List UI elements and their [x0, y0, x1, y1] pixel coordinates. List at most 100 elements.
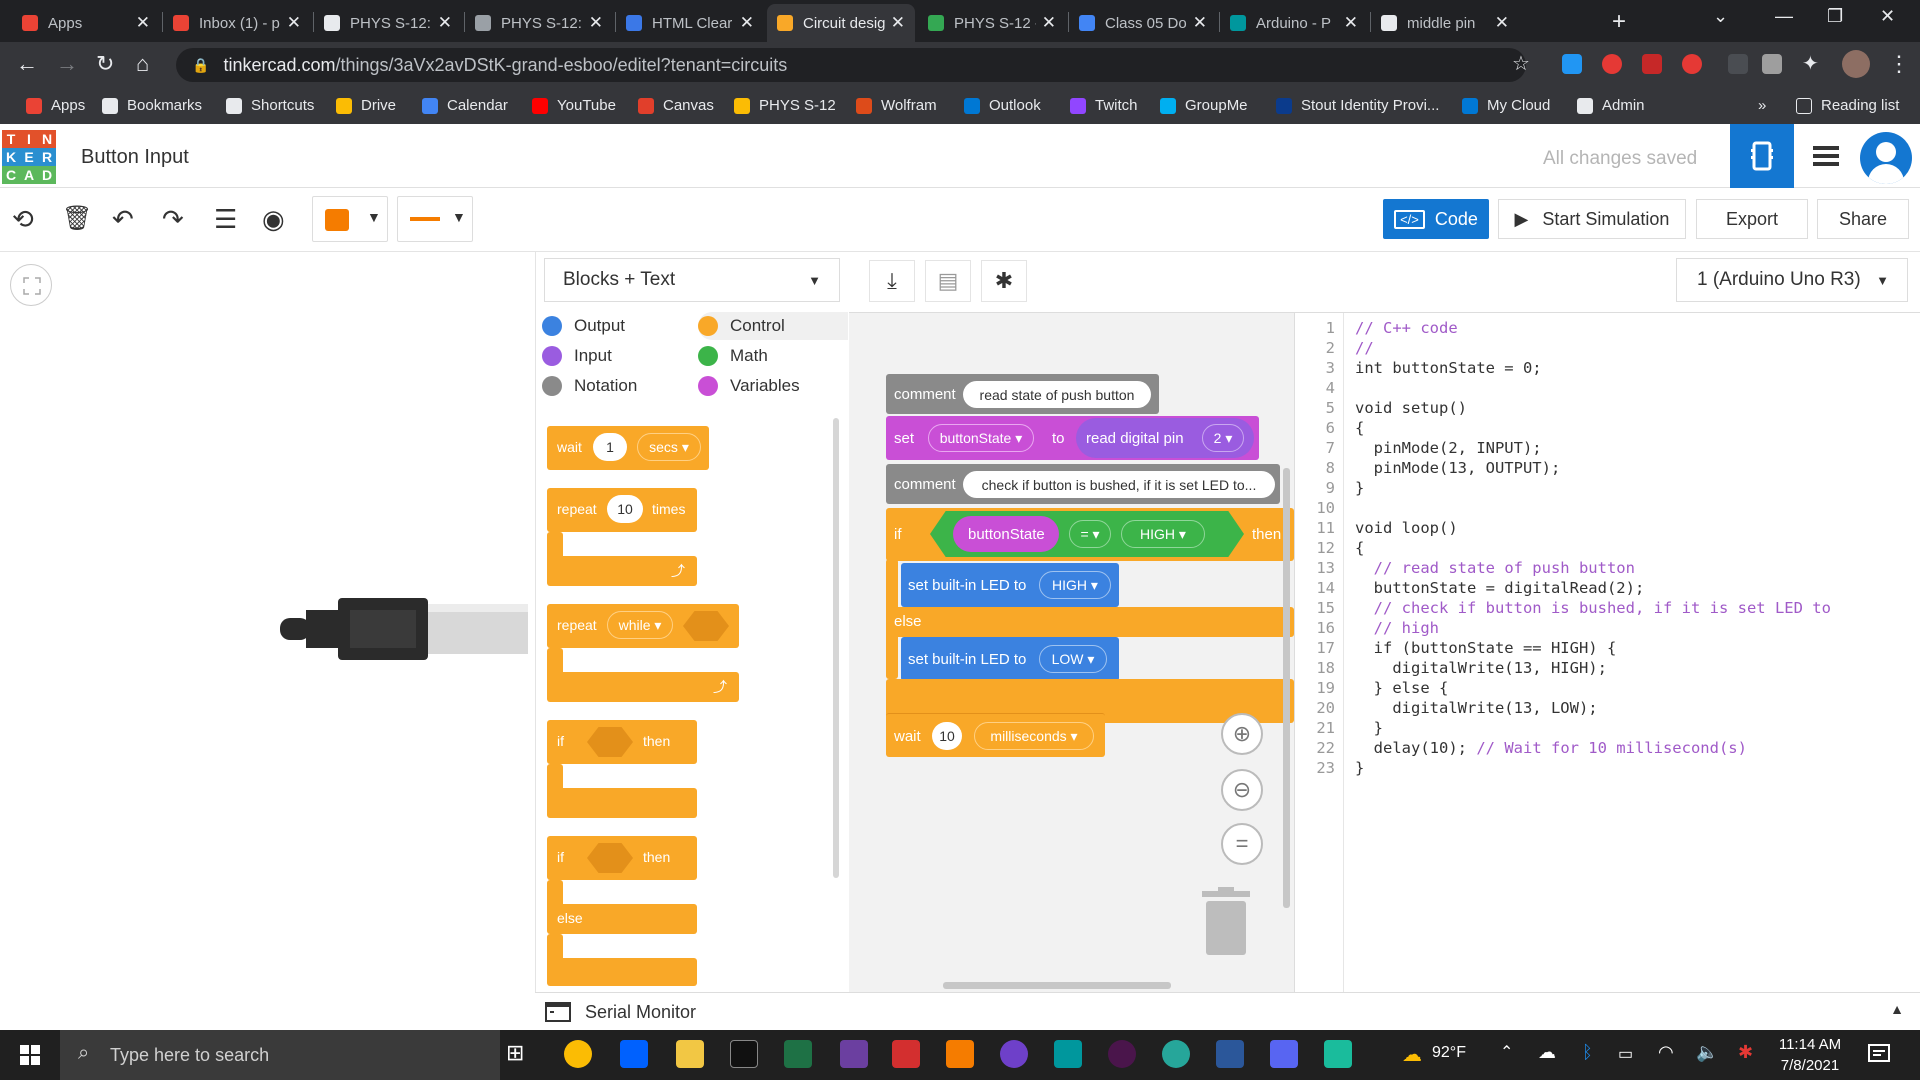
- delete-icon[interactable]: 🗑: [62, 204, 92, 233]
- code-line[interactable]: pinMode(2, INPUT);: [1355, 439, 1542, 457]
- browser-tab[interactable]: Class 05 Do ✕: [1069, 4, 1217, 42]
- category-control[interactable]: Control: [698, 312, 848, 340]
- close-tab-icon[interactable]: ✕: [891, 13, 905, 33]
- category-variables[interactable]: Variables: [698, 372, 800, 400]
- bookmark-item[interactable]: My Cloud: [1462, 97, 1550, 114]
- bookmark-item[interactable]: Drive: [336, 97, 396, 114]
- fit-view-button[interactable]: [10, 264, 52, 306]
- word-icon[interactable]: [1216, 1040, 1244, 1068]
- value-dropdown[interactable]: HIGH ▾: [1121, 520, 1205, 548]
- code-line[interactable]: {: [1355, 419, 1364, 437]
- weather-temperature[interactable]: 92°F: [1432, 1044, 1466, 1062]
- palette-block-repeat-while[interactable]: repeat while ▾: [547, 604, 739, 648]
- windows-start-icon[interactable]: [20, 1045, 40, 1065]
- app-icon[interactable]: [1162, 1040, 1190, 1068]
- chrome-icon[interactable]: [564, 1040, 592, 1068]
- browser-tab[interactable]: Arduino - P ✕: [1220, 4, 1368, 42]
- workspace-vertical-scrollbar[interactable]: [1283, 468, 1290, 908]
- editor-mode-select[interactable]: Blocks + Text ▼: [544, 258, 840, 302]
- export-button[interactable]: Export: [1696, 199, 1808, 239]
- comment-text-field[interactable]: check if button is bushed, if it is set …: [963, 471, 1275, 498]
- wait-unit-dropdown[interactable]: secs ▾: [637, 433, 701, 461]
- bookmark-item[interactable]: Canvas: [638, 97, 714, 114]
- category-notation[interactable]: Notation: [542, 372, 637, 400]
- code-line[interactable]: }: [1355, 719, 1383, 737]
- onedrive-icon[interactable]: ☁: [1538, 1042, 1556, 1063]
- notes-icon[interactable]: ☰: [214, 204, 237, 235]
- palette-scrollbar[interactable]: [833, 418, 839, 878]
- taskbar-search-box[interactable]: ⌕ Type here to search: [60, 1030, 500, 1080]
- bookmark-item[interactable]: Calendar: [422, 97, 508, 114]
- bookmark-item[interactable]: Apps: [26, 97, 85, 114]
- eye-icon[interactable]: ◉: [262, 204, 285, 235]
- code-line[interactable]: // C++ code: [1355, 319, 1458, 337]
- workspace-horizontal-scrollbar[interactable]: [943, 982, 1171, 989]
- led-state-dropdown[interactable]: LOW ▾: [1039, 645, 1107, 673]
- zoom-out-button[interactable]: ⊖: [1221, 769, 1263, 811]
- close-tab-icon[interactable]: ✕: [1042, 13, 1056, 33]
- close-tab-icon[interactable]: ✕: [287, 13, 301, 33]
- app-icon[interactable]: [1324, 1040, 1352, 1068]
- bookmark-item[interactable]: GroupMe: [1160, 97, 1248, 114]
- code-line[interactable]: // check if button is bushed, if it is s…: [1355, 599, 1831, 617]
- reading-list[interactable]: Reading list: [1796, 97, 1899, 114]
- close-tab-icon[interactable]: ✕: [740, 13, 754, 33]
- bookmark-star-icon[interactable]: ☆: [1512, 51, 1530, 76]
- bookmark-item[interactable]: Stout Identity Provi...: [1276, 97, 1439, 114]
- code-line[interactable]: // read state of push button: [1355, 559, 1635, 577]
- palette-block-wait[interactable]: wait 1 secs ▾: [547, 426, 709, 470]
- app-icon[interactable]: [840, 1040, 868, 1068]
- wait-value-field[interactable]: 10: [932, 722, 962, 750]
- design-title[interactable]: Button Input: [81, 146, 189, 169]
- condition-slot[interactable]: [587, 727, 633, 757]
- upload-button[interactable]: ▤: [925, 260, 971, 302]
- extension-icon[interactable]: [1602, 54, 1622, 74]
- code-line[interactable]: {: [1355, 539, 1364, 557]
- volume-icon[interactable]: 🔈: [1696, 1042, 1718, 1063]
- close-tab-icon[interactable]: ✕: [438, 13, 452, 33]
- browser-tab[interactable]: PHYS S-12: ✕: [465, 4, 613, 42]
- code-line[interactable]: } else {: [1355, 679, 1449, 697]
- variable-dropdown[interactable]: buttonState ▾: [928, 424, 1034, 452]
- code-line[interactable]: buttonState = digitalRead(2);: [1355, 579, 1645, 597]
- tab-search-icon[interactable]: ⌄: [1713, 6, 1728, 27]
- close-tab-icon[interactable]: ✕: [1344, 13, 1358, 33]
- read-digital-pin-block[interactable]: read digital pin 2 ▾: [1076, 418, 1254, 458]
- code-line[interactable]: void setup(): [1355, 399, 1467, 417]
- code-line[interactable]: pinMode(13, OUTPUT);: [1355, 459, 1561, 477]
- debugger-button[interactable]: ✱: [981, 260, 1027, 302]
- minimize-icon[interactable]: —: [1775, 6, 1793, 27]
- wait-value-field[interactable]: 1: [593, 433, 627, 461]
- component-list-button[interactable]: [1794, 124, 1858, 188]
- task-view-icon[interactable]: ⊞: [506, 1040, 534, 1068]
- back-icon[interactable]: ←: [16, 51, 38, 77]
- excel-icon[interactable]: [784, 1040, 812, 1068]
- close-tab-icon[interactable]: ✕: [1495, 13, 1509, 33]
- address-bar[interactable]: 🔒 tinkercad.com/things/3aVx2avDStK-grand…: [176, 48, 1526, 82]
- rotate-icon[interactable]: ⟲: [12, 204, 34, 235]
- bookmark-item[interactable]: PHYS S-12: [734, 97, 836, 114]
- wait-unit-dropdown[interactable]: milliseconds ▾: [974, 722, 1094, 750]
- arduino-icon[interactable]: [1054, 1040, 1082, 1068]
- start-simulation-button[interactable]: ▶ Start Simulation: [1498, 199, 1686, 239]
- battery-icon[interactable]: ▭: [1618, 1044, 1633, 1064]
- redo-icon[interactable]: ↷: [162, 204, 184, 235]
- forward-icon[interactable]: →: [56, 51, 78, 77]
- notifications-icon[interactable]: [1868, 1044, 1890, 1066]
- discord-icon[interactable]: [1270, 1040, 1298, 1068]
- download-button[interactable]: ⤓: [869, 260, 915, 302]
- close-window-icon[interactable]: ✕: [1880, 6, 1895, 27]
- bookmark-item[interactable]: YouTube: [532, 97, 616, 114]
- bookmark-item[interactable]: Wolfram: [856, 97, 937, 114]
- code-line[interactable]: }: [1355, 759, 1364, 777]
- system-clock[interactable]: 11:14 AM 7/8/2021: [1770, 1034, 1850, 1076]
- browser-tab[interactable]: PHYS S-12: ✕: [314, 4, 462, 42]
- fill-color-picker[interactable]: ▼: [312, 196, 388, 242]
- serial-monitor-bar[interactable]: Serial Monitor ▲: [535, 992, 1920, 1030]
- extension-icon[interactable]: [1562, 54, 1582, 74]
- pin-dropdown[interactable]: 2 ▾: [1202, 424, 1244, 452]
- palette-block-repeat[interactable]: repeat 10 times: [547, 488, 697, 532]
- fusion-icon[interactable]: [946, 1040, 974, 1068]
- solidworks-icon[interactable]: [892, 1040, 920, 1068]
- while-dropdown[interactable]: while ▾: [607, 611, 673, 639]
